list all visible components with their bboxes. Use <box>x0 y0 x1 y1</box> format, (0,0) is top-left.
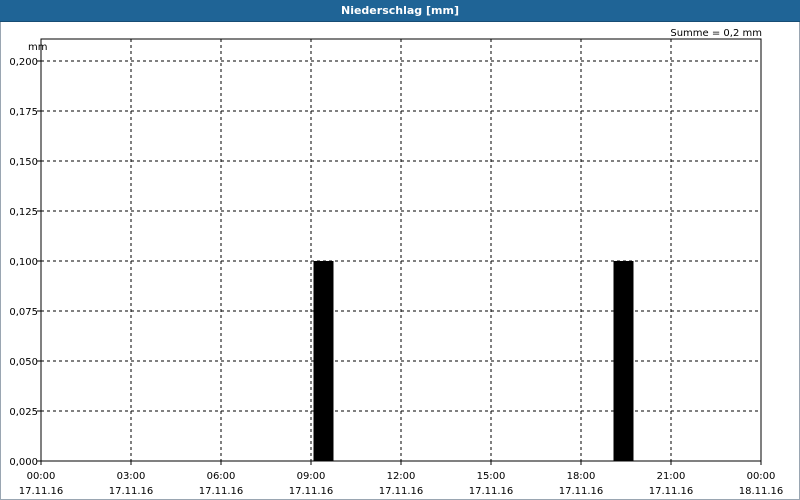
y-tick-label: 0,100 <box>9 257 38 268</box>
x-tick-date-label: 17.11.16 <box>649 486 694 497</box>
x-tick-date-label: 17.11.16 <box>469 486 514 497</box>
y-tick-label: 0,175 <box>9 107 38 118</box>
x-axis-ticks: 00:00 17.11.16 03:00 17.11.16 06:00 17.11.16 0… <box>19 461 784 497</box>
x-tick-date-label: 17.11.16 <box>379 486 424 497</box>
x-tick-date-label: 17.11.16 <box>289 486 334 497</box>
y-tick-label: 0,200 <box>9 57 38 68</box>
x-tick-time-label: 06:00 <box>207 471 236 482</box>
x-tick-time-label: 00:00 <box>27 471 56 482</box>
y-axis-unit-label: mm <box>28 42 47 53</box>
x-tick-date-label: 17.11.16 <box>559 486 604 497</box>
grid-lines <box>41 39 761 461</box>
x-tick-time-label: 21:00 <box>657 471 686 482</box>
x-tick-time-label: 03:00 <box>117 471 146 482</box>
y-axis-ticks: 0,000 0,025 0,050 0,075 0,100 0,125 0,150 0,175… <box>9 57 41 468</box>
y-tick-label: 0,075 <box>9 307 38 318</box>
x-tick-date-label: 17.11.16 <box>109 486 154 497</box>
y-tick-label: 0,050 <box>9 357 38 368</box>
precipitation-bar <box>313 261 334 461</box>
x-tick-time-label: 09:00 <box>297 471 326 482</box>
x-tick-date-label: 17.11.16 <box>19 486 64 497</box>
y-tick-label: 0,125 <box>9 207 38 218</box>
x-tick-time-label: 00:00 <box>747 471 776 482</box>
x-tick-time-label: 18:00 <box>567 471 596 482</box>
y-tick-label: 0,150 <box>9 157 38 168</box>
x-tick-time-label: 12:00 <box>387 471 416 482</box>
sum-label: Summe = 0,2 mm <box>670 28 762 39</box>
precipitation-chart: mm Summe = 0,2 mm 0,0000,0250,0500,0750,… <box>9 28 784 497</box>
x-tick-date-label: 17.11.16 <box>199 486 244 497</box>
precipitation-bar <box>613 261 634 461</box>
x-tick-time-label: 15:00 <box>477 471 506 482</box>
y-tick-label: 0,000 <box>9 457 38 468</box>
y-tick-label: 0,025 <box>9 407 38 418</box>
x-tick-date-label: 18.11.16 <box>739 486 784 497</box>
